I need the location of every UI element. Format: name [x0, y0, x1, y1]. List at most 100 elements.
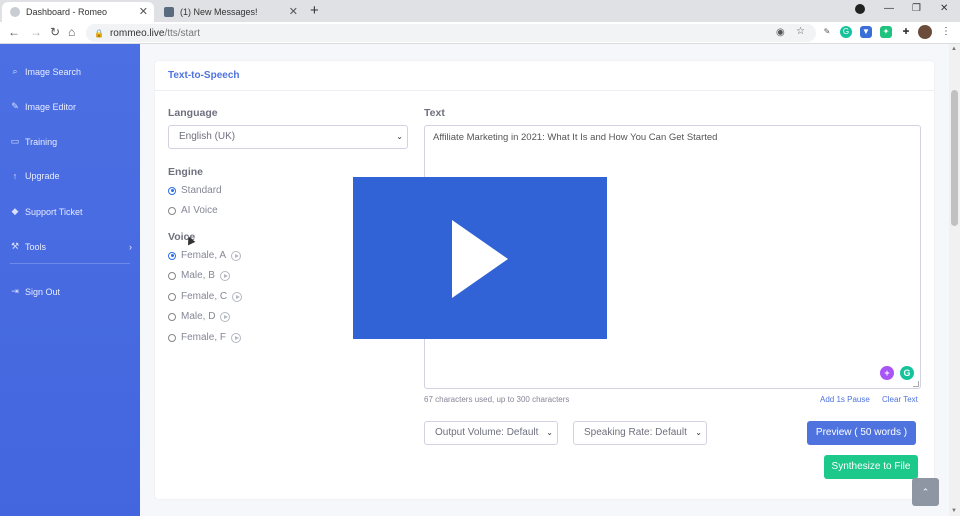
sidebar-item-image-search[interactable]: ⌕ Image Search — [10, 66, 81, 77]
voice-radio-male-d[interactable]: Male, D — [168, 311, 231, 322]
chart-icon — [164, 7, 174, 17]
page-scrollbar[interactable]: ▲ ▼ — [949, 44, 960, 516]
video-player[interactable] — [353, 177, 607, 339]
url-bar[interactable]: 🔒 rommeo.live/tts/start ◉ ☆ — [86, 24, 816, 42]
sidebar-item-label: Image Search — [25, 66, 82, 77]
eye-off-icon[interactable]: ◉ — [776, 27, 785, 38]
language-label: Language — [168, 107, 218, 119]
sidebar-item-label: Image Editor — [25, 101, 77, 112]
radio-button[interactable] — [168, 186, 176, 195]
address-row: ← → ↻ ⌂ 🔒 rommeo.live/tts/start ◉ ☆ ✎ G … — [0, 22, 960, 44]
sidebar-item-label: Tools — [25, 241, 47, 252]
browser-tab-bar: Dashboard - Romeo ✕ (1) New Messages! ✕ … — [0, 0, 960, 22]
menu-kebab-icon[interactable]: ⋮ — [940, 26, 952, 38]
forward-icon[interactable]: → — [30, 25, 42, 39]
voice-option-label: Female, F — [181, 332, 227, 343]
preview-button[interactable]: Preview ( 50 words ) — [807, 421, 916, 445]
close-icon[interactable]: ✕ — [289, 5, 298, 18]
sidebar-item-label: Sign Out — [25, 286, 61, 297]
sidebar-item-training[interactable]: ▭ Training — [10, 136, 57, 147]
globe-icon — [10, 7, 20, 17]
speaking-rate-select[interactable]: Speaking Rate: Default ⌄ — [573, 421, 707, 445]
engine-option-label: Standard — [181, 185, 222, 196]
voice-radio-female-f[interactable]: Female, F — [168, 332, 242, 343]
voice-option-label: Male, B — [181, 270, 215, 281]
engine-radio-ai-voice[interactable]: AI Voice — [168, 205, 218, 216]
minimize-icon[interactable]: — — [884, 3, 894, 14]
voice-radio-female-a[interactable]: Female, A — [168, 250, 242, 261]
add-pause-link[interactable]: Add 1s Pause — [820, 395, 870, 404]
play-sample-icon[interactable] — [220, 311, 231, 322]
scroll-up-icon[interactable]: ▲ — [951, 46, 957, 52]
reload-icon[interactable]: ↻ — [50, 25, 60, 39]
home-icon[interactable]: ⌂ — [68, 25, 75, 39]
play-sample-icon[interactable] — [231, 332, 242, 343]
radio-button[interactable] — [168, 271, 176, 280]
add-icon[interactable]: + — [880, 366, 894, 380]
play-sample-icon[interactable] — [232, 291, 243, 302]
extension-green-icon[interactable]: ✦ — [880, 26, 892, 38]
sidebar: ⌕ Image Search ✎ Image Editor ▭ Training… — [0, 44, 140, 516]
grammarly-icon[interactable]: G — [840, 26, 852, 38]
language-value: English (UK) — [179, 131, 236, 142]
language-select[interactable]: English (UK) ⌄ — [168, 125, 408, 149]
browser-tab-messages[interactable]: (1) New Messages! ✕ — [156, 2, 304, 22]
speaking-rate-value: Speaking Rate: Default — [584, 427, 687, 438]
new-tab-icon[interactable]: + — [310, 2, 319, 20]
sidebar-item-label: Upgrade — [25, 171, 60, 181]
shield-icon[interactable]: ▼ — [860, 26, 872, 38]
sign-out-icon: ⇥ — [11, 286, 19, 296]
play-sample-icon[interactable] — [219, 270, 230, 281]
radio-button[interactable] — [168, 206, 176, 215]
engine-label: Engine — [168, 166, 204, 178]
radio-button[interactable] — [168, 292, 176, 301]
star-icon[interactable]: ☆ — [796, 26, 805, 37]
sidebar-item-support-ticket[interactable]: ◆ Support Ticket — [10, 206, 83, 217]
monitor-icon: ▭ — [10, 136, 20, 146]
engine-option-label: AI Voice — [181, 205, 218, 216]
output-volume-select[interactable]: Output Volume: Default ⌄ — [424, 421, 558, 445]
edit-icon: ✎ — [11, 101, 19, 111]
scroll-down-icon[interactable]: ▼ — [951, 508, 957, 514]
voice-radio-male-b[interactable]: Male, B — [168, 270, 230, 281]
chevron-down-icon: ⌄ — [693, 422, 702, 444]
voice-radio-female-c[interactable]: Female, C — [168, 291, 243, 302]
engine-radio-standard[interactable]: Standard — [168, 185, 222, 196]
tag-icon: ◆ — [11, 206, 19, 216]
tab-search-icon[interactable] — [855, 4, 865, 14]
sidebar-item-upgrade[interactable]: ↑ Upgrade — [10, 171, 60, 181]
chevron-up-icon: ⌃ — [921, 487, 930, 497]
avatar[interactable] — [918, 25, 932, 39]
sidebar-item-label: Support Ticket — [25, 206, 83, 217]
radio-button[interactable] — [168, 251, 176, 260]
synthesize-button[interactable]: Synthesize to File — [824, 455, 918, 479]
resize-handle-icon[interactable] — [913, 381, 919, 387]
wrench-icon: ⚒ — [10, 241, 20, 251]
clear-text-link[interactable]: Clear Text — [882, 395, 918, 404]
maximize-icon[interactable]: ❐ — [912, 3, 921, 14]
sidebar-item-label: Training — [25, 136, 58, 147]
tab-title: (1) New Messages! — [180, 7, 258, 17]
scroll-thumb[interactable] — [951, 90, 958, 226]
card-title: Text-to-Speech — [155, 61, 934, 91]
browser-tab-dashboard[interactable]: Dashboard - Romeo ✕ — [2, 2, 154, 22]
character-count: 67 characters used, up to 300 characters — [424, 395, 570, 404]
play-icon[interactable] — [452, 220, 508, 298]
sidebar-item-sign-out[interactable]: ⇥ Sign Out — [10, 286, 60, 297]
scroll-to-top-button[interactable]: ⌃ — [912, 478, 939, 506]
url-host: rommeo.live — [109, 27, 165, 39]
sidebar-item-tools[interactable]: ⚒ Tools › — [10, 241, 132, 252]
play-sample-icon[interactable] — [231, 250, 242, 261]
radio-button[interactable] — [168, 333, 176, 342]
puzzle-icon[interactable]: ✚ — [900, 26, 912, 38]
radio-button[interactable] — [168, 312, 176, 321]
text-value: Affiliate Marketing in 2021: What It Is … — [433, 132, 718, 143]
output-volume-value: Output Volume: Default — [435, 427, 539, 438]
close-icon[interactable]: ✕ — [139, 5, 148, 18]
window-close-icon[interactable]: ✕ — [940, 3, 948, 14]
chevron-down-icon: ⌄ — [396, 132, 403, 141]
grammarly-icon[interactable]: G — [900, 366, 914, 380]
back-icon[interactable]: ← — [8, 25, 20, 39]
eyedropper-icon[interactable]: ✎ — [821, 26, 833, 38]
sidebar-item-image-editor[interactable]: ✎ Image Editor — [10, 101, 76, 112]
